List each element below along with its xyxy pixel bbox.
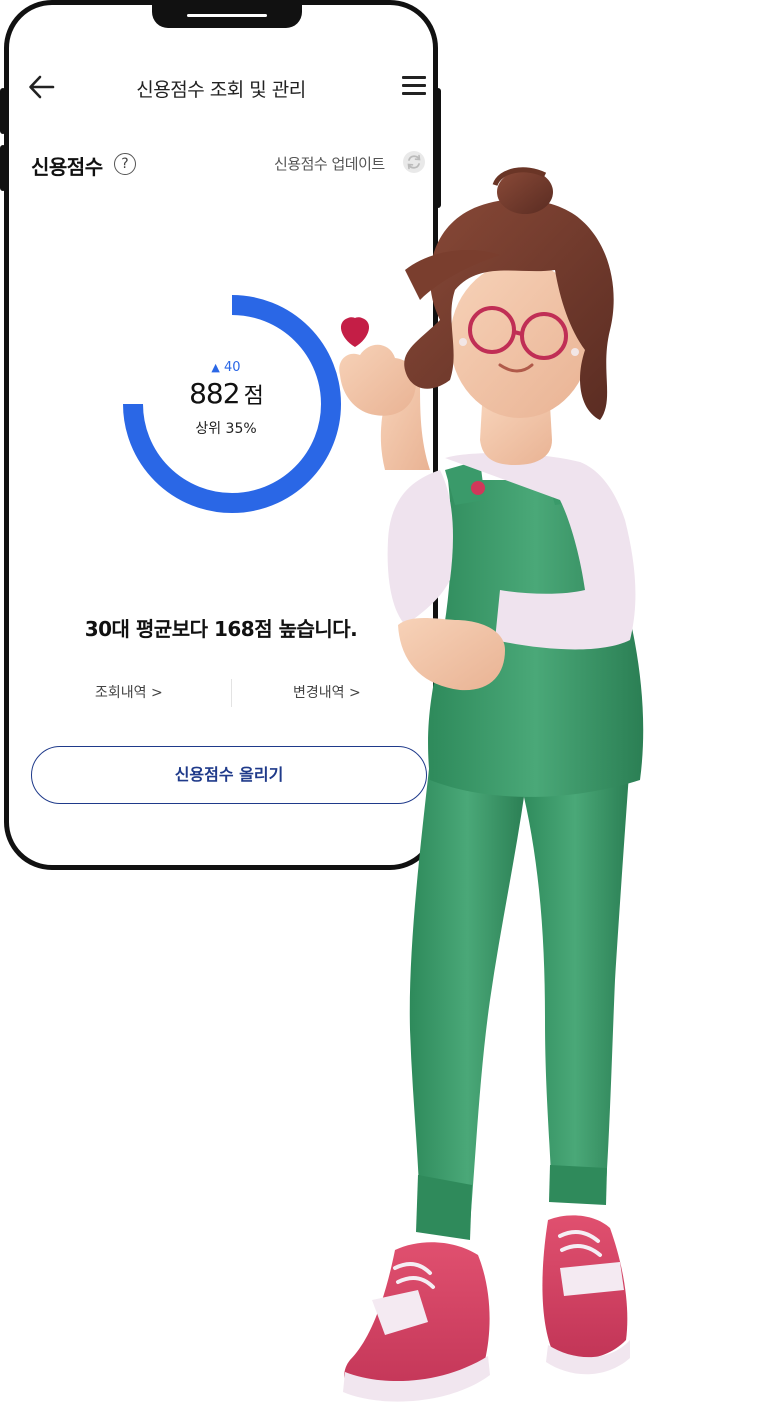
credit-score-unit: 점 (243, 384, 264, 409)
change-history-link[interactable]: 변경내역 > (293, 682, 361, 702)
neck (480, 405, 552, 465)
update-score-link[interactable]: 신용점수 업데이트 (274, 153, 385, 174)
pink-glasses (468, 306, 568, 360)
help-icon[interactable]: ? (114, 153, 136, 175)
earring-right (571, 348, 579, 356)
smile (498, 363, 534, 373)
credit-score: 882 점 (111, 377, 341, 410)
credit-score-value: 882 (189, 377, 240, 410)
menu-icon[interactable] (402, 76, 426, 96)
credit-score-heading: 신용점수 (31, 155, 103, 179)
page-title: 신용점수 조회 및 관리 (136, 79, 306, 101)
green-overalls (428, 460, 644, 797)
raise-score-button[interactable]: 신용점수 올리기 (31, 746, 427, 804)
refresh-icon[interactable] (403, 151, 425, 173)
face (450, 262, 590, 418)
speaker-grille (187, 14, 267, 17)
phone-frame: 신용점수 조회 및 관리 신용점수 ? 신용점수 업데이트 ▲ 40 882 점… (4, 0, 438, 870)
score-change-value: 40 (224, 360, 241, 375)
inquiry-history-link[interactable]: 조회내역 > (95, 682, 163, 702)
pink-sneakers (343, 1215, 630, 1402)
link-divider (231, 679, 232, 707)
up-triangle-icon: ▲ (211, 361, 220, 374)
earring (459, 338, 467, 346)
score-change: ▲ 40 (111, 360, 341, 375)
phone-notch (152, 5, 302, 28)
overall-legs (409, 760, 630, 1240)
score-rank: 상위 35% (195, 421, 257, 437)
app-bar: 신용점수 조회 및 관리 (9, 65, 433, 109)
peer-comparison: 30대 평균보다 168점 높습니다. (84, 617, 358, 641)
